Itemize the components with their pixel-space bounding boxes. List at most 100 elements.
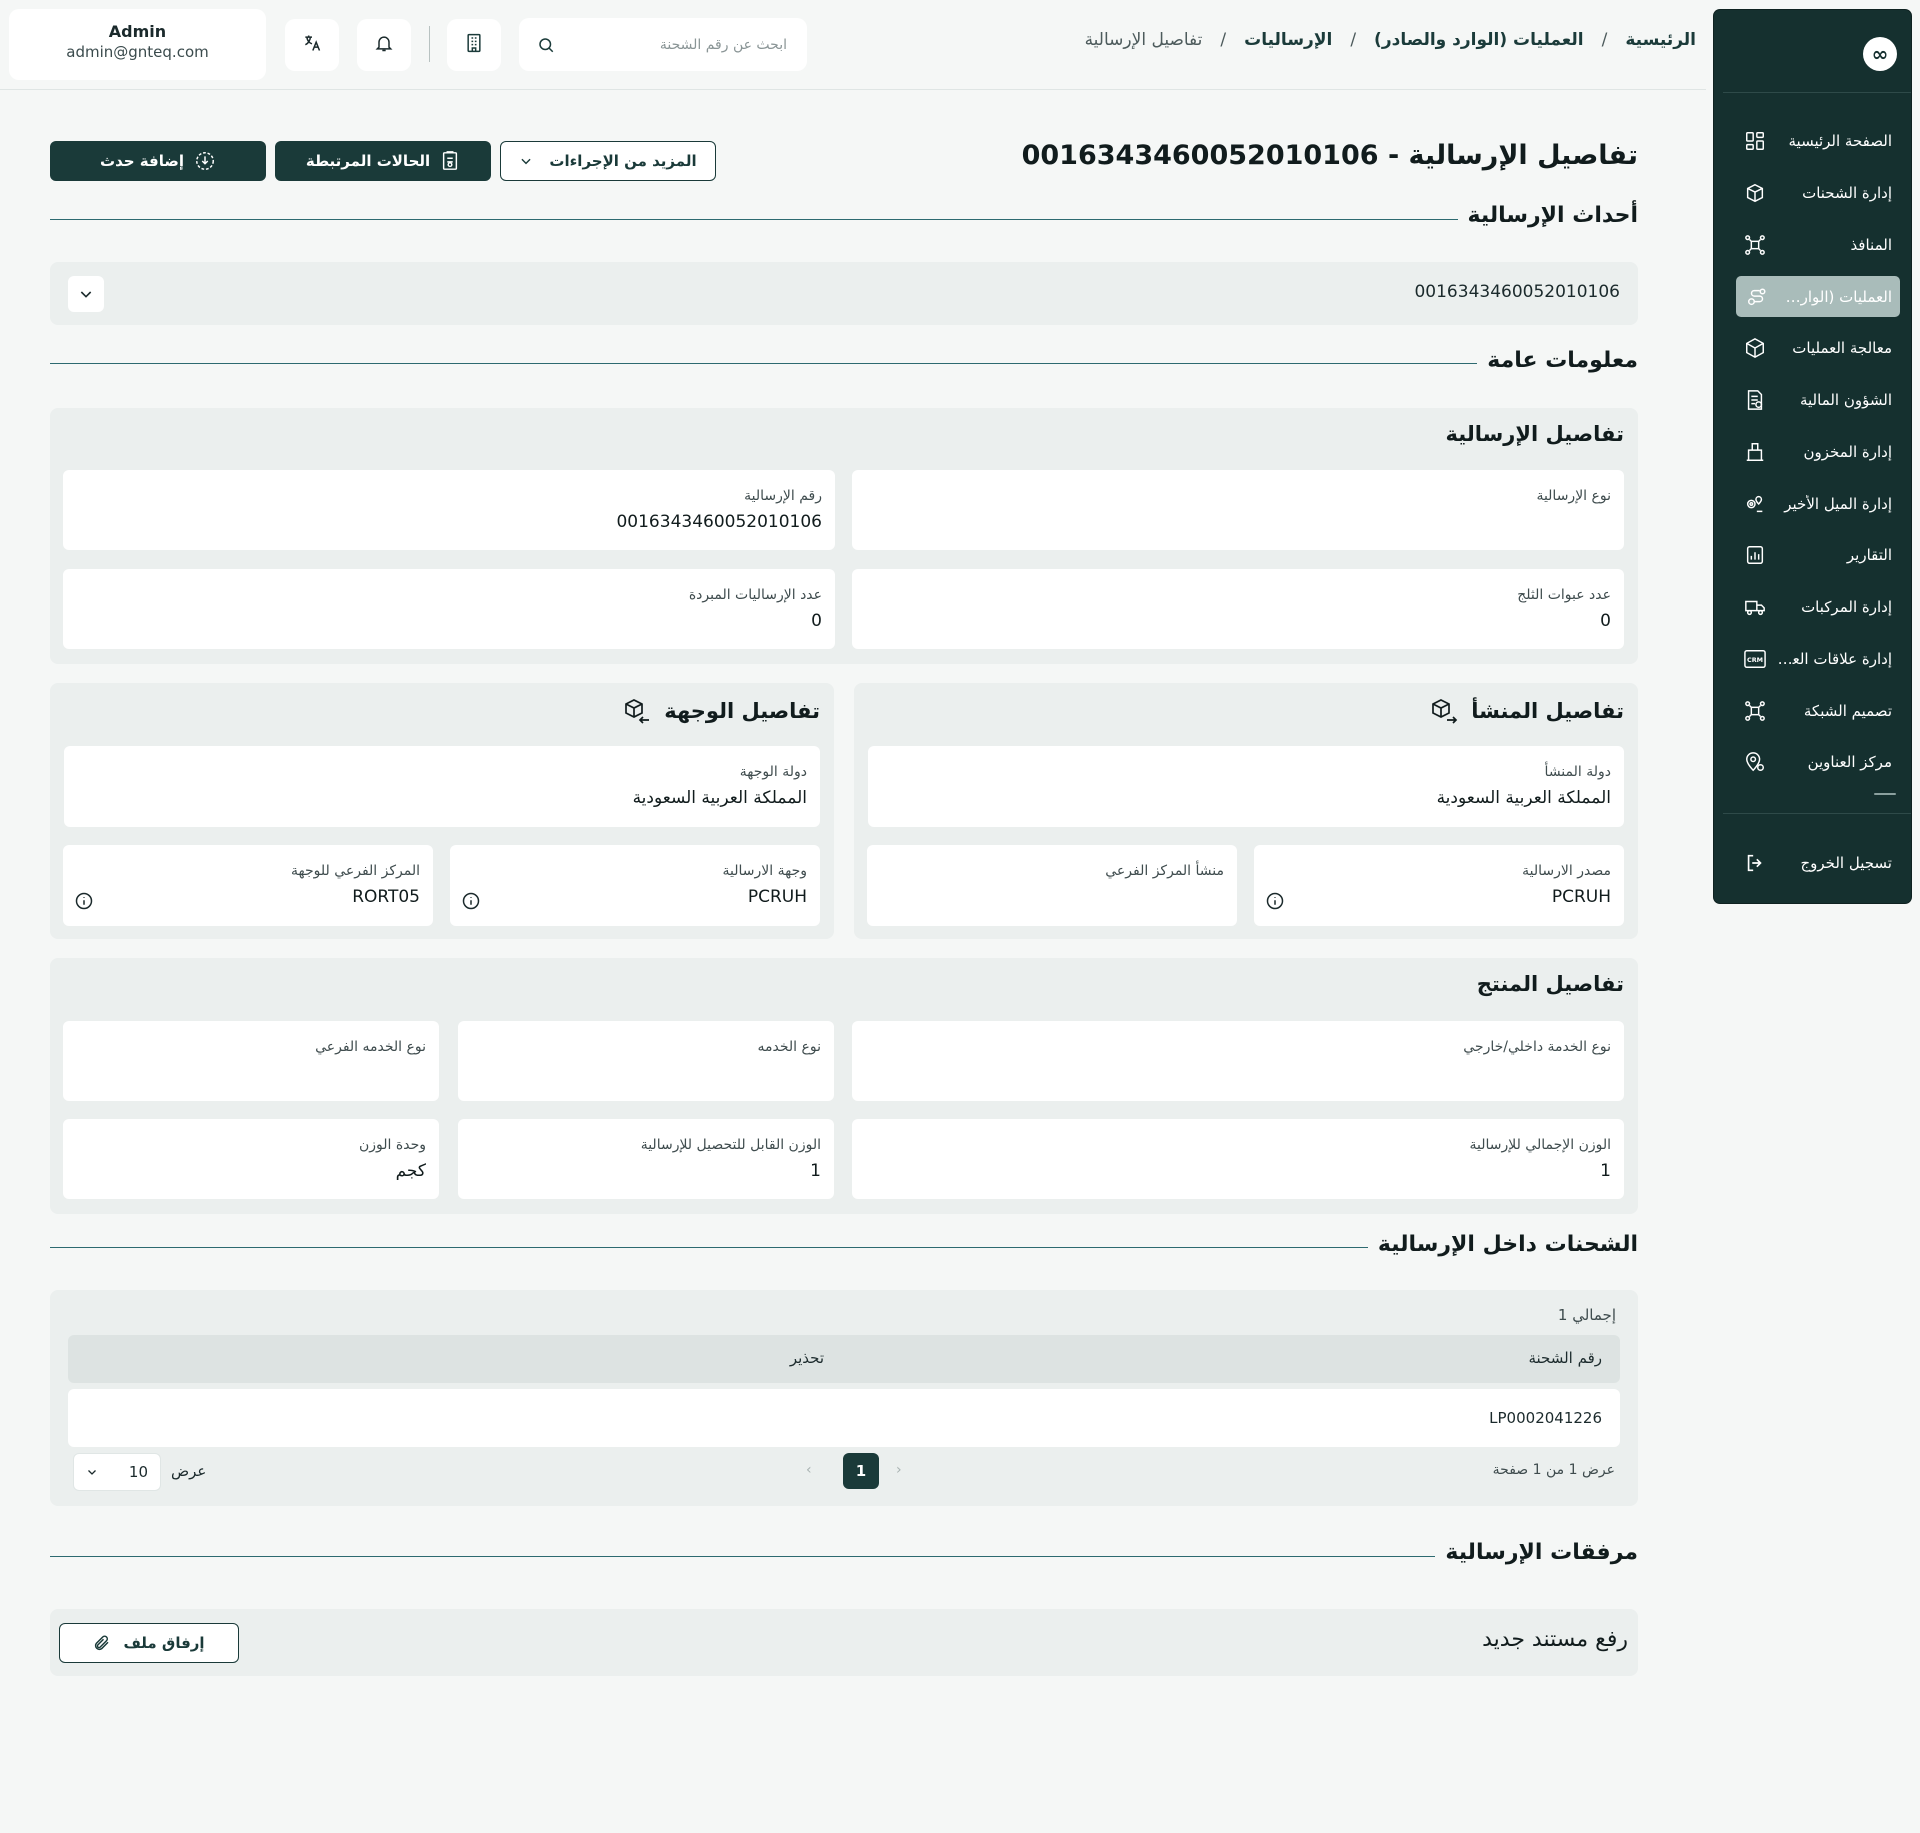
service-scope-field: نوع الخدمة داخلي/خارجي (852, 1021, 1624, 1101)
bell-icon (374, 33, 394, 57)
field-value: 1 (1600, 1161, 1611, 1181)
sidebar-item-last-mile[interactable]: إدارة الميل الأخير (1734, 483, 1900, 525)
sidebar-item-label: إدارة المخزون (1803, 443, 1892, 461)
sidebar-item-reports[interactable]: التقارير (1734, 534, 1900, 576)
upload-document-label: رفع مستند جديد (1482, 1627, 1628, 1652)
destination-details-title: تفاصيل الوجهة (622, 697, 820, 725)
origin-details-title-text: تفاصيل المنشأ (1471, 699, 1624, 723)
field-label: دولة الوجهة (739, 764, 807, 780)
info-icon[interactable] (462, 892, 480, 910)
expand-button[interactable] (68, 276, 104, 312)
events-heading: أحداث الإرسالية (1457, 203, 1638, 228)
sidebar-item-label: الشؤون المالية (1799, 391, 1892, 409)
add-event-button[interactable]: إضافة حدث (50, 141, 266, 181)
consignment-details-title: تفاصيل الإرسالية (1446, 422, 1624, 446)
prev-page-icon[interactable]: ‹ (806, 1462, 812, 1478)
origin-country-field: دولة المنشأ المملكة العربية السعودية (868, 746, 1624, 827)
breadcrumb-consignments[interactable]: الإرساليات (1244, 30, 1332, 50)
related-cases-icon (440, 150, 460, 172)
notifications-button[interactable] (357, 19, 411, 71)
field-value: 0 (811, 611, 822, 631)
column-header-warning[interactable]: تحذير (790, 1349, 824, 1367)
attachments-panel: رفع مستند جديد إرفاق ملف (50, 1609, 1638, 1676)
search-icon[interactable] (537, 36, 555, 54)
section-divider (50, 219, 1500, 220)
dashboard-icon (1742, 128, 1768, 154)
sidebar-item-label: إدارة علاقات العملاء (1777, 650, 1892, 668)
field-label: منشأ المركز الفرعي (1105, 863, 1224, 879)
sidebar-item-processing[interactable]: معالجة العمليات (1734, 327, 1900, 369)
shipment-number-cell[interactable]: LP0002041226 (1489, 1409, 1602, 1427)
origin-details-title: تفاصيل المنشأ (1429, 697, 1624, 725)
location-icon (1742, 749, 1768, 775)
section-divider (50, 1247, 1390, 1248)
search-box[interactable] (519, 18, 807, 71)
user-card[interactable]: Admin admin@gnteq.com (9, 9, 266, 80)
field-label: رقم الإرسالية (744, 488, 822, 504)
search-input[interactable] (565, 35, 789, 54)
attach-file-button[interactable]: إرفاق ملف (59, 1623, 239, 1663)
next-page-icon[interactable]: › (896, 1462, 902, 1478)
header-divider (429, 26, 430, 62)
related-cases-button[interactable]: الحالات المرتبطة (275, 141, 491, 181)
field-label: نوع الخدمة داخلي/خارجي (1463, 1039, 1611, 1055)
sidebar-item-address-center[interactable]: مركز العناوين (1734, 741, 1900, 783)
sidebar-item-crm[interactable]: CRM إدارة علاقات العملاء (1734, 638, 1900, 680)
field-label: الوزن القابل للتحصيل للإرسالية (640, 1137, 821, 1153)
logo-icon[interactable]: ∞ (1863, 37, 1897, 71)
sidebar-item-label: تصميم الشبكة (1803, 702, 1892, 720)
sidebar-divider (1723, 813, 1911, 814)
sidebar-item-label: إدارة المركبات (1801, 598, 1892, 616)
cube-icon (1742, 335, 1768, 361)
breadcrumb-operations[interactable]: العمليات (الوارد والصادر) (1374, 30, 1584, 50)
more-actions-dropdown[interactable]: المزيد من الإجراءات (500, 141, 716, 181)
destination-details-title-text: تفاصيل الوجهة (664, 699, 820, 723)
sidebar-item-shipments[interactable]: إدارة الشحنات (1734, 172, 1900, 214)
company-button[interactable] (447, 19, 501, 71)
product-details-title-text: تفاصيل المنتج (1476, 972, 1624, 996)
info-icon[interactable] (1266, 892, 1284, 910)
per-page-label: عرض (171, 1462, 207, 1480)
sidebar-item-home[interactable]: الصفحة الرئيسية (1734, 120, 1900, 162)
translate-icon (302, 33, 322, 57)
consignment-details-panel: تفاصيل الإرسالية نوع الإرسالية رقم الإرس… (50, 408, 1638, 664)
sidebar-scroll-hint (1874, 793, 1896, 795)
related-cases-label: الحالات المرتبطة (305, 152, 431, 170)
field-label: نوع الإرسالية (1536, 488, 1611, 504)
route-icon (1744, 284, 1770, 310)
sidebar-item-label: العمليات (الوارد والصادر) (1779, 287, 1892, 306)
field-label: نوع الخدمه الفرعي (315, 1039, 426, 1055)
events-consignment-number: 0016343460052010106 (1414, 282, 1620, 302)
table-row[interactable]: LP0002041226 (68, 1389, 1620, 1447)
sidebar-item-operations[interactable]: العمليات (الوارد والصادر) (1736, 276, 1900, 317)
logout-button[interactable]: تسجيل الخروج (1734, 842, 1900, 884)
breadcrumb-home[interactable]: الرئيسية (1625, 30, 1696, 50)
sidebar-item-inventory[interactable]: إدارة المخزون (1734, 431, 1900, 473)
sidebar-item-label: معالجة العمليات (1792, 339, 1892, 357)
section-divider (50, 363, 1500, 364)
origin-details-panel: تفاصيل المنشأ دولة المنشأ المملكة العربي… (854, 683, 1638, 939)
language-button[interactable] (285, 19, 339, 71)
sidebar-item-vehicles[interactable]: إدارة المركبات (1734, 586, 1900, 628)
origin-branch-field: منشأ المركز الفرعي (867, 845, 1237, 926)
column-header-shipment-number[interactable]: رقم الشحنة (1528, 1349, 1602, 1367)
section-divider (50, 1556, 1460, 1557)
destination-details-panel: تفاصيل الوجهة دولة الوجهة المملكة العربي… (50, 683, 834, 939)
sidebar-item-finance[interactable]: الشؤون المالية (1734, 379, 1900, 421)
field-value: PCRUH (1551, 887, 1611, 907)
field-label: عدد الإرساليات المبردة (688, 587, 822, 603)
sidebar-item-label: إدارة الميل الأخير (1784, 495, 1892, 513)
sidebar-item-network-design[interactable]: تصميم الشبكة (1734, 690, 1900, 732)
field-label: نوع الخدمه (757, 1039, 821, 1055)
page-title: تفاصيل الإرسالية - 0016343460052010106 (1021, 140, 1638, 171)
ice-packs-field: عدد عبوات الثلج 0 (852, 569, 1624, 649)
field-label: الوزن الإجمالي للإرسالية (1469, 1137, 1611, 1153)
destination-country-field: دولة الوجهة المملكة العربية السعودية (64, 746, 820, 827)
per-page-select[interactable]: 10 (73, 1453, 161, 1491)
sub-service-type-field: نوع الخدمه الفرعي (63, 1021, 439, 1101)
sidebar-item-ports[interactable]: المنافذ (1734, 224, 1900, 266)
field-value: RORT05 (352, 887, 420, 907)
events-accordion[interactable]: 0016343460052010106 (50, 262, 1638, 325)
pagination-page-1[interactable]: 1 (843, 1453, 879, 1489)
info-icon[interactable] (75, 892, 93, 910)
